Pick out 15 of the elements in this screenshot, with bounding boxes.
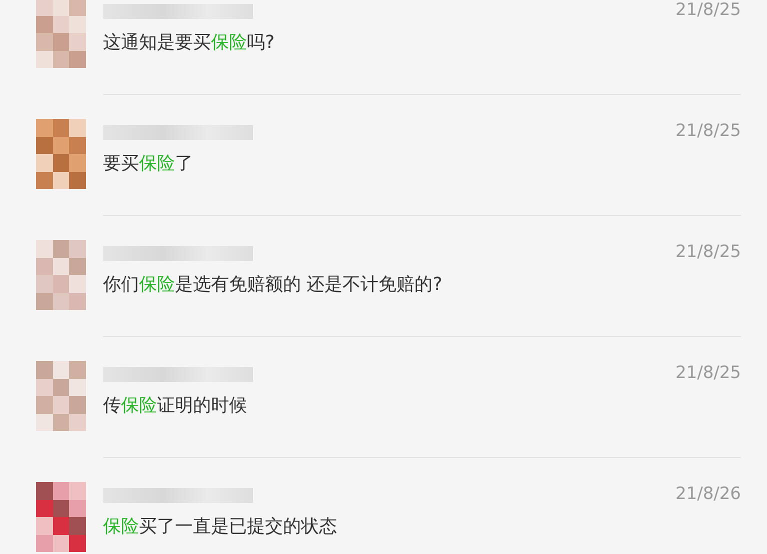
message-date: 21/8/25	[675, 242, 741, 262]
message-text: 这通知是要买保险吗?	[103, 31, 276, 54]
blurred-avatar	[36, 482, 86, 552]
blurred-avatar	[36, 361, 86, 431]
message-date: 21/8/26	[675, 484, 741, 504]
message-date: 21/8/25	[675, 121, 741, 141]
message-text: 你们保险是选有免赔额的 还是不计免赔的?	[103, 273, 444, 296]
message-text: 传保险证明的时候	[103, 394, 248, 417]
message-text: 保险买了一直是已提交的状态	[103, 515, 338, 538]
message-date: 21/8/25	[675, 0, 741, 20]
message-text: 要买保险了	[103, 152, 194, 175]
message-date: 21/8/25	[675, 363, 741, 383]
blurred-avatar	[36, 240, 86, 310]
blurred-avatar	[36, 0, 86, 68]
blurred-avatar	[36, 119, 86, 189]
